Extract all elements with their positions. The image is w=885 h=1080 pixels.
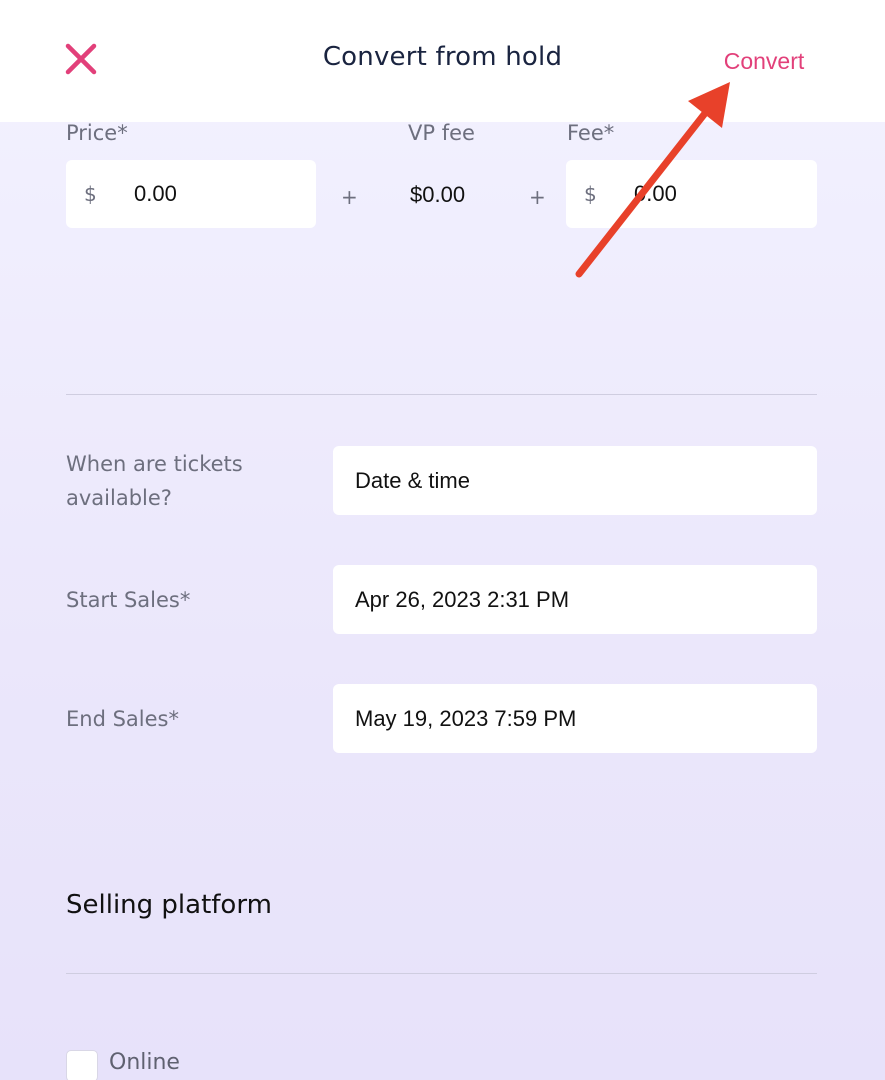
start-sales-field[interactable]: Apr 26, 2023 2:31 PM xyxy=(333,565,817,634)
start-sales-label: Start Sales* xyxy=(66,588,191,612)
price-currency-symbol: $ xyxy=(84,182,97,206)
vp-fee-label: VP fee xyxy=(408,121,475,145)
end-sales-label: End Sales* xyxy=(66,707,179,731)
fee-label: Fee* xyxy=(567,121,615,145)
price-label: Price* xyxy=(66,121,128,145)
divider xyxy=(66,394,817,395)
plus-sign: + xyxy=(529,185,546,209)
vp-fee-value: $0.00 xyxy=(410,182,466,207)
availability-type-select[interactable]: Date & time xyxy=(333,446,817,515)
online-checkbox[interactable] xyxy=(66,1050,98,1080)
divider xyxy=(66,973,817,974)
plus-sign: + xyxy=(341,185,358,209)
online-checkbox-label: Online xyxy=(109,1050,180,1075)
end-sales-field[interactable]: May 19, 2023 7:59 PM xyxy=(333,684,817,753)
convert-button[interactable]: Convert xyxy=(706,46,822,76)
fee-field[interactable]: $ xyxy=(566,160,817,228)
price-input[interactable] xyxy=(134,160,294,228)
selling-platform-title: Selling platform xyxy=(66,890,272,920)
header-bar: Convert from hold Convert xyxy=(0,0,885,122)
tickets-available-label: When are tickets available? xyxy=(66,452,243,510)
fee-input[interactable] xyxy=(634,160,794,228)
fee-currency-symbol: $ xyxy=(584,182,597,206)
price-field[interactable]: $ xyxy=(66,160,316,228)
